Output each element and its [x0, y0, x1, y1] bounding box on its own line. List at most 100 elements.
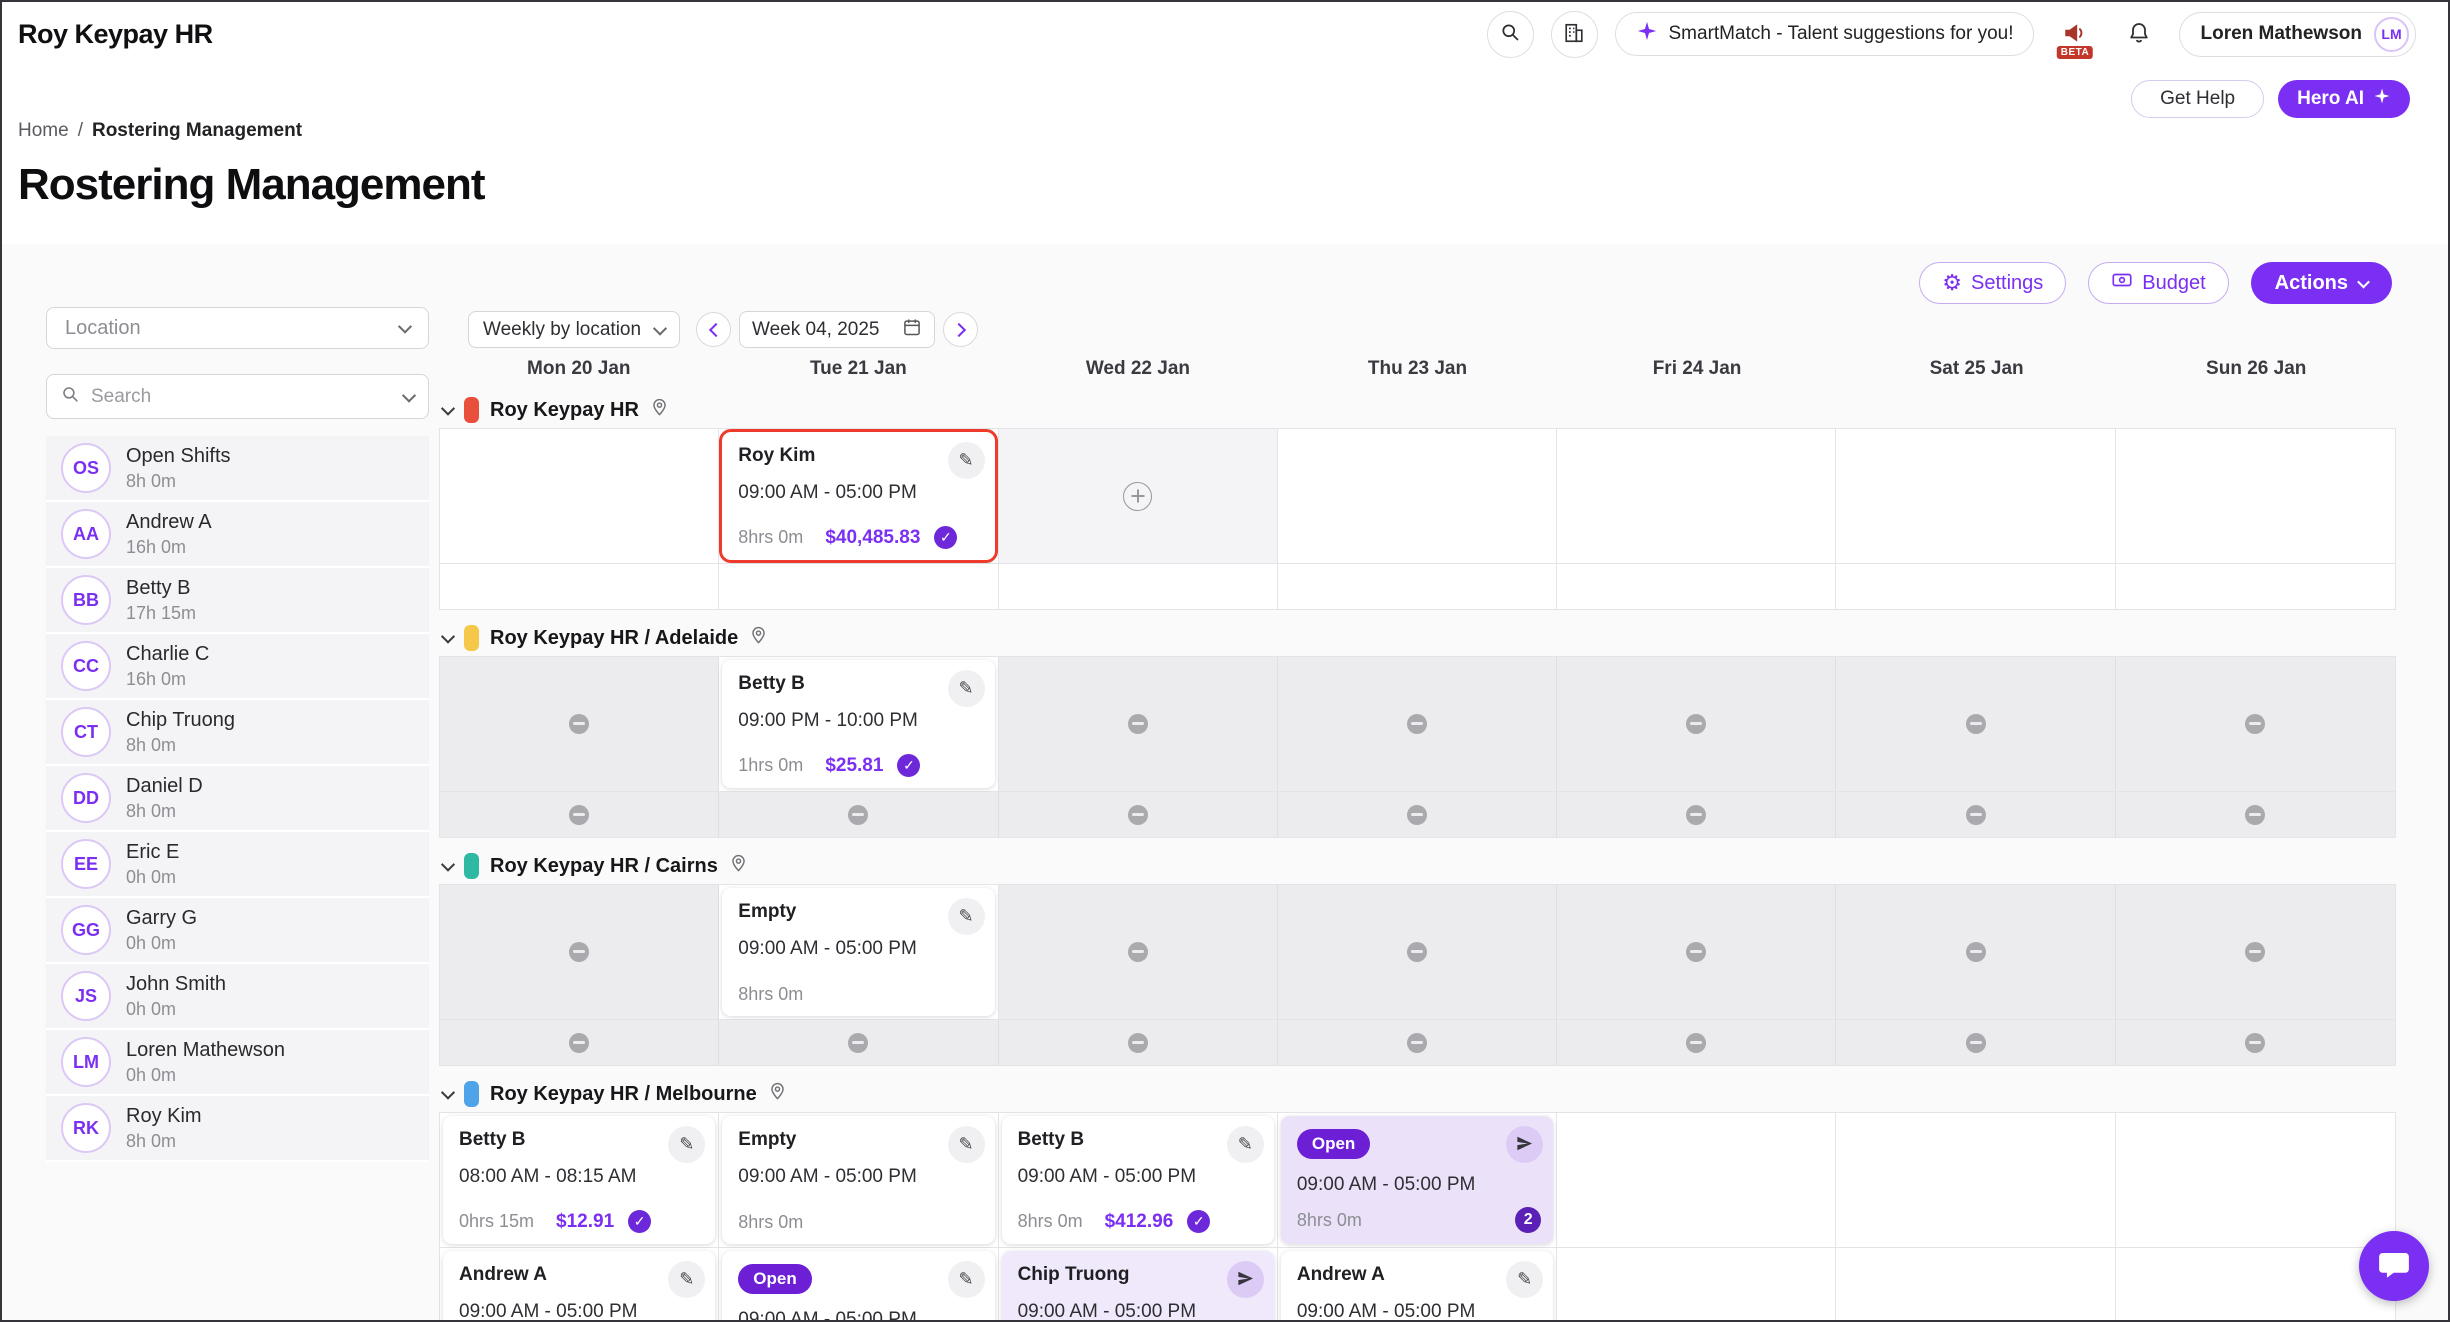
search-input[interactable] [91, 386, 393, 408]
roster-cell[interactable] [2116, 429, 2395, 563]
roster-cell[interactable]: Chip Truong 09:00 AM - 05:00 PM [999, 1248, 1278, 1322]
publish-shift-button[interactable] [1506, 1126, 1543, 1163]
employee-row[interactable]: RK Roy Kim8h 0m [46, 1096, 429, 1162]
roster-cell[interactable] [2116, 1248, 2395, 1322]
publish-shift-button[interactable] [1227, 1261, 1264, 1298]
user-menu-button[interactable]: Loren Mathewson LM [2179, 12, 2416, 57]
shift-card-empty[interactable]: Empty ✎ 09:00 AM - 05:00 PM 8hrs 0m [722, 1116, 994, 1244]
shift-card-empty[interactable]: Empty ✎ 09:00 AM - 05:00 PM 8hrs 0m [722, 888, 994, 1016]
add-shift-button[interactable] [1123, 482, 1152, 511]
unavailable-cell [440, 885, 719, 1019]
location-color-chip [464, 625, 479, 651]
hero-ai-button[interactable]: Hero AI [2278, 80, 2410, 118]
beta-feature-button[interactable]: BETA [2051, 11, 2098, 58]
roster-cell[interactable] [1557, 1248, 1836, 1322]
shift-card-betty-b[interactable]: Betty B ✎ 09:00 PM - 10:00 PM 1hrs 0m $2… [722, 660, 994, 788]
chat-launcher-button[interactable] [2359, 1231, 2429, 1301]
view-mode-select[interactable]: Weekly by location [468, 311, 680, 348]
edit-shift-button[interactable]: ✎ [948, 1126, 985, 1163]
roster-cell[interactable] [440, 564, 719, 609]
roster-cell[interactable] [1278, 564, 1557, 609]
roster-cell[interactable] [1557, 1113, 1836, 1247]
get-help-button[interactable]: Get Help [2131, 80, 2264, 118]
roster-cell[interactable]: Empty ✎ 09:00 AM - 05:00 PM 8hrs 0m [719, 885, 998, 1019]
employee-row[interactable]: CC Charlie C16h 0m [46, 634, 429, 700]
roster-row: Roy Kim ✎ 09:00 AM - 05:00 PM 8hrs 0m $4… [439, 428, 2396, 564]
location-pin-icon [729, 854, 748, 878]
search-button[interactable] [1487, 11, 1534, 58]
open-shift-card[interactable]: Open ✎ 09:00 AM - 05:00 PM [722, 1251, 994, 1322]
edit-shift-button[interactable]: ✎ [1227, 1126, 1264, 1163]
employee-row[interactable]: JS John Smith0h 0m [46, 964, 429, 1030]
roster-cell[interactable]: Andrew A ✎ 09:00 AM - 05:00 PM [440, 1248, 719, 1322]
roster-cell[interactable] [1836, 1113, 2115, 1247]
organisation-button[interactable] [1551, 11, 1598, 58]
roster-cell[interactable]: Betty B ✎ 09:00 AM - 05:00 PM 8hrs 0m $4… [999, 1113, 1278, 1247]
roster-cell[interactable]: Open ✎ 09:00 AM - 05:00 PM [719, 1248, 998, 1322]
roster-cell[interactable]: Roy Kim ✎ 09:00 AM - 05:00 PM 8hrs 0m $4… [719, 429, 998, 563]
budget-button[interactable]: Budget [2088, 262, 2228, 304]
previous-week-button[interactable] [696, 312, 731, 347]
roster-cell[interactable] [719, 564, 998, 609]
actions-button[interactable]: Actions [2251, 262, 2392, 304]
roster-cell[interactable]: Betty B ✎ 09:00 PM - 10:00 PM 1hrs 0m $2… [719, 657, 998, 791]
roster-cell[interactable] [1278, 429, 1557, 563]
blocked-icon [569, 714, 589, 734]
employee-row[interactable]: CT Chip Truong8h 0m [46, 700, 429, 766]
employee-row-open-shifts[interactable]: OS Open Shifts8h 0m [46, 436, 429, 502]
roster-cell[interactable] [1836, 1248, 2115, 1322]
week-picker[interactable]: Week 04, 2025 [739, 311, 935, 348]
roster-cell[interactable] [1557, 429, 1836, 563]
roster-cell[interactable] [1836, 564, 2115, 609]
roster-cell[interactable] [1557, 564, 1836, 609]
roster-cell[interactable]: Andrew A ✎ 09:00 AM - 05:00 PM [1278, 1248, 1557, 1322]
shift-time: 09:00 AM - 05:00 PM [738, 938, 978, 960]
roster-cell[interactable] [2116, 564, 2395, 609]
settings-button[interactable]: ⚙ Settings [1919, 262, 2066, 304]
shift-card-roy-kim[interactable]: Roy Kim ✎ 09:00 AM - 05:00 PM 8hrs 0m $4… [722, 432, 994, 560]
roster-cell[interactable] [999, 429, 1278, 563]
open-shift-card[interactable]: Open 09:00 AM - 05:00 PM 8hrs 0m 2 [1281, 1116, 1553, 1244]
employee-row[interactable]: BB Betty B17h 15m [46, 568, 429, 634]
shift-card-chip-truong[interactable]: Chip Truong 09:00 AM - 05:00 PM [1002, 1251, 1274, 1322]
edit-shift-button[interactable]: ✎ [948, 442, 985, 479]
next-week-button[interactable] [943, 312, 978, 347]
edit-shift-button[interactable]: ✎ [668, 1126, 705, 1163]
employee-row[interactable]: LM Loren Mathewson0h 0m [46, 1030, 429, 1096]
roster-cell[interactable] [999, 564, 1278, 609]
employee-row[interactable]: DD Daniel D8h 0m [46, 766, 429, 832]
employee-row[interactable]: EE Eric E0h 0m [46, 832, 429, 898]
edit-shift-button[interactable]: ✎ [948, 898, 985, 935]
edit-shift-button[interactable]: ✎ [1506, 1261, 1543, 1298]
employee-search[interactable] [46, 374, 429, 419]
collapse-chevron-icon[interactable] [441, 1086, 455, 1100]
collapse-chevron-icon[interactable] [441, 630, 455, 644]
collapse-chevron-icon[interactable] [441, 402, 455, 416]
location-filter-select[interactable]: Location [46, 307, 429, 349]
collapse-chevron-icon[interactable] [441, 858, 455, 872]
shift-card-betty-b[interactable]: Betty B ✎ 08:00 AM - 08:15 AM 0hrs 15m $… [443, 1116, 715, 1244]
employee-row[interactable]: GG Garry G0h 0m [46, 898, 429, 964]
shift-card-andrew-a[interactable]: Andrew A ✎ 09:00 AM - 05:00 PM [443, 1251, 715, 1322]
roster-cell[interactable]: Betty B ✎ 08:00 AM - 08:15 AM 0hrs 15m $… [440, 1113, 719, 1247]
breadcrumb-home[interactable]: Home [18, 120, 69, 142]
roster-cell[interactable]: Empty ✎ 09:00 AM - 05:00 PM 8hrs 0m [719, 1113, 998, 1247]
employee-row[interactable]: AA Andrew A16h 0m [46, 502, 429, 568]
roster-cell[interactable] [1836, 429, 2115, 563]
chevron-down-icon [402, 388, 416, 402]
unavailable-cell [1836, 792, 2115, 837]
roster-cell[interactable]: Open 09:00 AM - 05:00 PM 8hrs 0m 2 [1278, 1113, 1557, 1247]
edit-shift-button[interactable]: ✎ [948, 1261, 985, 1298]
building-icon [1563, 22, 1585, 47]
verified-badge: ✓ [934, 526, 957, 549]
edit-shift-button[interactable]: ✎ [948, 670, 985, 707]
roster-cell[interactable] [440, 429, 719, 563]
roster-cell[interactable] [2116, 1113, 2395, 1247]
avatar: JS [61, 971, 111, 1021]
notifications-button[interactable] [2115, 11, 2162, 58]
shift-card-andrew-a[interactable]: Andrew A ✎ 09:00 AM - 05:00 PM [1281, 1251, 1553, 1322]
sparkle-icon [1636, 20, 1658, 48]
shift-card-betty-b[interactable]: Betty B ✎ 09:00 AM - 05:00 PM 8hrs 0m $4… [1002, 1116, 1274, 1244]
smartmatch-button[interactable]: SmartMatch - Talent suggestions for you! [1615, 12, 2035, 56]
edit-shift-button[interactable]: ✎ [668, 1261, 705, 1298]
